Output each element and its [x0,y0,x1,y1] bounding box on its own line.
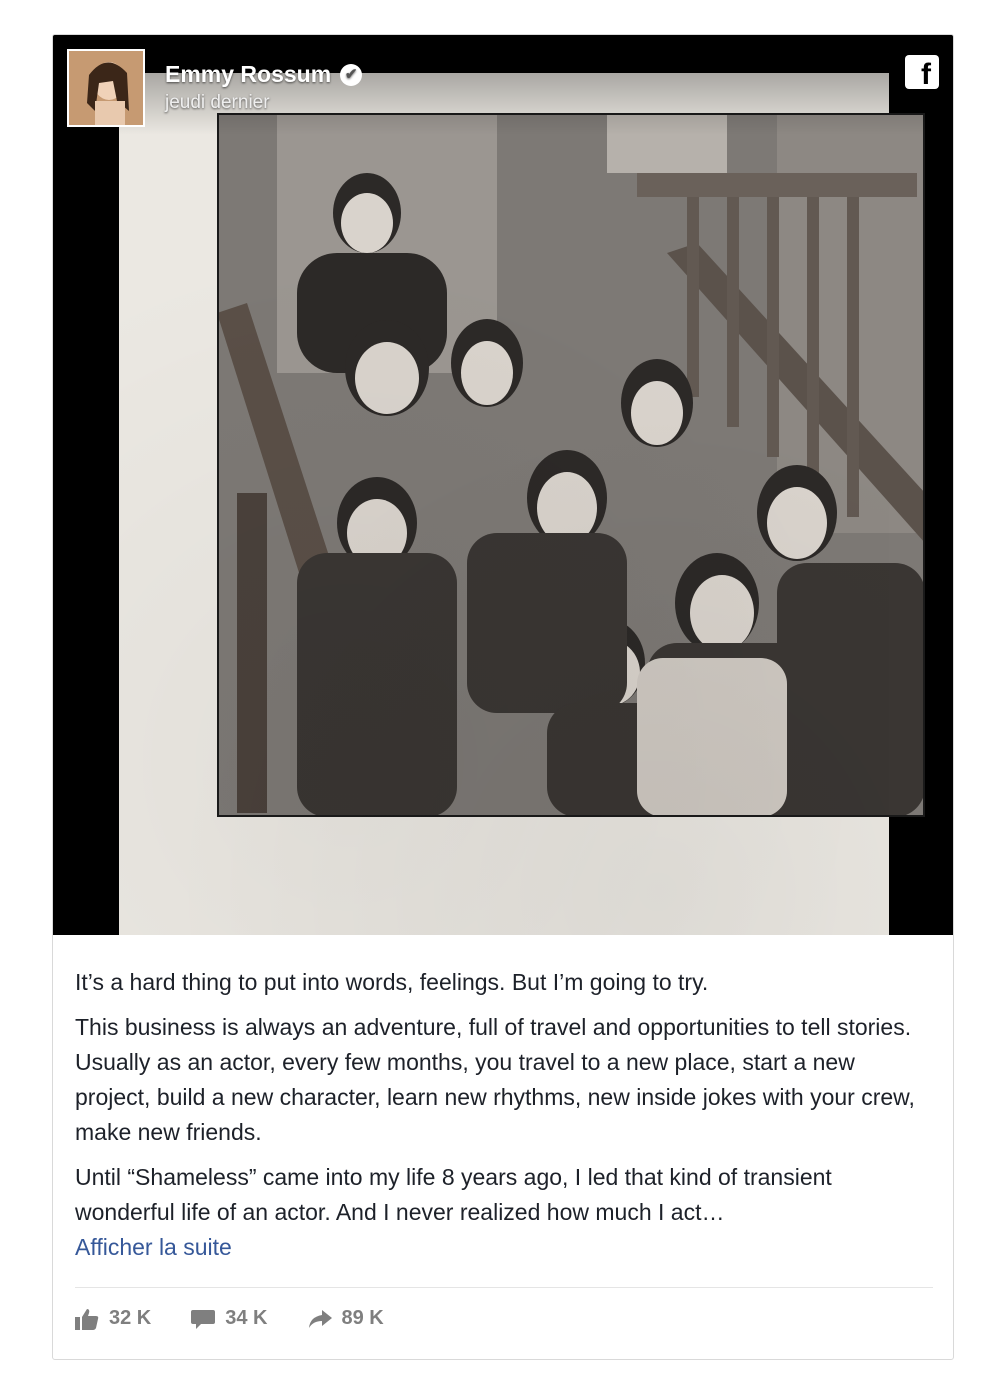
post-paragraph: It’s a hard thing to put into words, fee… [75,969,709,995]
author-name[interactable]: Emmy Rossum [165,61,331,88]
share-arrow-icon [308,1308,332,1330]
share-count[interactable]: 89 K [308,1307,384,1330]
post-text: It’s a hard thing to put into words, fee… [75,965,935,1265]
check-badge-icon: ✔ [340,63,363,86]
comment-count[interactable]: 34 K [191,1307,268,1330]
like-count-label: 32 K [109,1307,152,1329]
post-paragraph: Until “Shameless” came into my life 8 ye… [75,1164,832,1225]
post-date[interactable]: jeudi dernier [165,92,270,114]
group-photo [217,113,925,817]
post-paragraph: This business is always an adventure, fu… [75,1014,915,1145]
like-count[interactable]: 32 K [75,1307,151,1330]
speech-bubble-icon [191,1308,216,1330]
divider [75,1287,933,1288]
post-photo[interactable]: Emmy Rossum ✔ jeudi dernier f [53,35,953,935]
author-name-row[interactable]: Emmy Rossum ✔ [165,61,363,88]
author-avatar[interactable] [67,49,145,127]
share-count-label: 89 K [341,1307,384,1329]
post-stats-bar: 32 K 34 K 89 K [75,1307,384,1330]
polaroid-frame [119,73,925,935]
post-header: Emmy Rossum ✔ jeudi dernier f [53,35,953,135]
comment-count-label: 34 K [225,1307,268,1329]
facebook-logo-icon[interactable]: f [905,55,939,89]
facebook-post-card: Emmy Rossum ✔ jeudi dernier f It’s a har… [52,34,954,1360]
thumbs-up-icon [75,1308,99,1330]
see-more-link[interactable]: Afficher la suite [75,1230,935,1265]
